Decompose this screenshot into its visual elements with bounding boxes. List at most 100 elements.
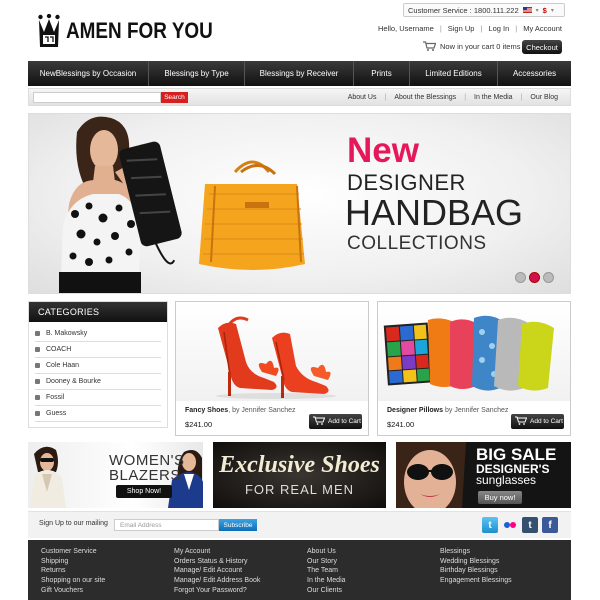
footer-link[interactable]: My Account	[174, 548, 260, 556]
login-link[interactable]: Log In	[488, 24, 509, 33]
product-title[interactable]: Fancy Shoes, by Jennifer Sanchez	[185, 407, 296, 414]
product-price: $241.00	[387, 420, 415, 429]
buy-now-button[interactable]: Buy now!	[478, 491, 522, 504]
checkout-button[interactable]: Checkout	[522, 40, 562, 54]
category-label: B. Makowsky	[46, 330, 88, 337]
twitter-icon[interactable]: t	[482, 517, 498, 533]
newsletter-label: Sign Up to our mailing	[39, 520, 108, 527]
footer-link[interactable]: About Us	[307, 548, 346, 556]
shopping-cart-icon	[423, 41, 437, 51]
brand-name: AMEN FOR YOU	[66, 18, 213, 43]
category-label: Cole Haan	[46, 362, 80, 369]
footer-link[interactable]: Forgot Your Password?	[174, 587, 260, 595]
exclusive-shoes-banner[interactable]: Exclusive Shoes FOR REAL MEN	[213, 442, 386, 508]
banner-text-for-real-men: FOR REAL MEN	[244, 482, 355, 497]
chevron-down-icon[interactable]: ▾	[536, 7, 539, 14]
footer-link[interactable]: Gift Vouchers	[41, 587, 105, 595]
category-item[interactable]: Guess	[35, 406, 161, 422]
product-name: Designer Pillows	[387, 407, 444, 414]
category-item[interactable]: Cole Haan	[35, 358, 161, 374]
footer-link[interactable]: The Team	[307, 567, 346, 575]
footer-link[interactable]: Manage/ Edit Account	[174, 567, 260, 575]
secondary-links: About Us | About the Blessings | In the …	[348, 89, 558, 105]
subscribe-button[interactable]: Subscribe	[219, 519, 257, 531]
currency-selector[interactable]: $	[543, 6, 547, 15]
cart-icon	[515, 416, 528, 427]
big-sale-banner[interactable]: BIG SALE DESIGNER'S sunglasses Buy now!	[396, 442, 571, 508]
footer-link[interactable]: Wedding Blessings	[440, 558, 512, 566]
us-flag-icon[interactable]	[522, 7, 532, 13]
slider-dot-2[interactable]	[529, 272, 540, 283]
customer-service-bar: Customer Service : 1800.111.222 ▾ $ ▾	[403, 3, 565, 17]
add-to-cart-button[interactable]: Add to Cart	[511, 414, 564, 429]
footer-link[interactable]: Shopping on our site	[41, 577, 105, 585]
footer-link[interactable]: Our Story	[307, 558, 346, 566]
product-image-shoes[interactable]	[176, 302, 368, 401]
nav-item-limited-editions[interactable]: Limited Editions	[410, 61, 498, 86]
footer-link[interactable]: Blessings	[440, 548, 512, 556]
product-card-shoes[interactable]: Fancy Shoes, by Jennifer Sanchez $241.00…	[175, 301, 369, 436]
nav-item-receiver[interactable]: Blessings by Receiver	[245, 61, 354, 86]
footer-link[interactable]: Birthday Blessings	[440, 567, 512, 575]
link-in-the-media[interactable]: In the Media	[474, 94, 513, 101]
chevron-down-icon[interactable]: ▾	[551, 7, 554, 14]
banner-text-exclusive-shoes: Exclusive Shoes	[219, 452, 380, 478]
category-item[interactable]: COACH	[35, 342, 161, 358]
divider: |	[384, 93, 387, 101]
link-about-us[interactable]: About Us	[348, 94, 377, 101]
tumblr-icon[interactable]: t	[522, 517, 538, 533]
nav-item-type[interactable]: Blessings by Type	[149, 61, 245, 86]
add-to-cart-label: Add to Cart	[530, 418, 563, 425]
hero-headline-new: New	[347, 131, 419, 170]
signup-link[interactable]: Sign Up	[448, 24, 475, 33]
brand-logo[interactable]: AMEN FOR YOU	[38, 13, 237, 49]
womens-blazers-banner[interactable]: WOMEN'S BLAZERS Shop Now!	[28, 442, 203, 508]
footer-link[interactable]: Our Clients	[307, 587, 346, 595]
footer-link[interactable]: Engagement Blessings	[440, 577, 512, 585]
flickr-icon[interactable]	[502, 517, 518, 533]
search-button[interactable]: Search	[161, 92, 188, 103]
footer-link[interactable]: Manage/ Edit Address Book	[174, 577, 260, 585]
hero-slider[interactable]: New DESIGNER HANDBAG COLLECTIONS	[28, 113, 571, 294]
search-input[interactable]	[33, 92, 161, 103]
nav-item-occasion[interactable]: NewBlessings by Occasion	[28, 61, 149, 86]
facebook-icon[interactable]: f	[542, 517, 558, 533]
categories-panel: CATEGORIES B. Makowsky COACH Cole Haan D…	[28, 301, 168, 428]
link-our-blog[interactable]: Our Blog	[530, 94, 558, 101]
banner-text-blazers: BLAZERS	[109, 467, 181, 484]
email-field[interactable]: Email Address	[114, 519, 219, 531]
slider-dot-1[interactable]	[515, 272, 526, 283]
footer-link[interactable]: Shipping	[41, 558, 105, 566]
footer-column-service: Customer Service Shipping Returns Shoppi…	[41, 548, 105, 595]
add-to-cart-button[interactable]: Add to Cart	[309, 414, 362, 429]
newsletter-bar: Sign Up to our mailing Email Address Sub…	[28, 511, 571, 538]
product-image-pillows[interactable]	[378, 302, 570, 401]
category-item[interactable]: Dooney & Bourke	[35, 374, 161, 390]
product-title[interactable]: Designer Pillows by Jennifer Sanchez	[387, 407, 508, 414]
banner-text-sunglasses: sunglasses	[476, 473, 537, 487]
slider-dot-3[interactable]	[543, 272, 554, 283]
nav-item-prints[interactable]: Prints	[354, 61, 410, 86]
category-label: Guess	[46, 410, 67, 417]
divider: |	[464, 93, 467, 101]
bullet-icon	[35, 347, 40, 352]
categories-list: B. Makowsky COACH Cole Haan Dooney & Bou…	[29, 322, 167, 422]
cart-summary[interactable]: Now in your cart 0 items	[423, 41, 520, 51]
footer-link[interactable]: Orders Status & History	[174, 558, 260, 566]
footer-link[interactable]: In the Media	[307, 577, 346, 585]
cart-icon	[313, 416, 326, 427]
category-label: Dooney & Bourke	[46, 378, 101, 385]
product-card-pillows[interactable]: Designer Pillows by Jennifer Sanchez $24…	[377, 301, 571, 436]
bullet-icon	[35, 331, 40, 336]
footer: Customer Service Shipping Returns Shoppi…	[28, 540, 571, 600]
nav-item-accessories[interactable]: Accessories	[498, 61, 571, 86]
category-item[interactable]: B. Makowsky	[35, 326, 161, 342]
link-about-blessings[interactable]: About the Blessings	[394, 94, 456, 101]
my-account-link[interactable]: My Account	[523, 24, 562, 33]
divider: |	[439, 24, 442, 33]
footer-column-blessings: Blessings Wedding Blessings Birthday Ble…	[440, 548, 512, 585]
footer-link[interactable]: Returns	[41, 567, 105, 575]
category-item[interactable]: Fossil	[35, 390, 161, 406]
footer-link[interactable]: Customer Service	[41, 548, 105, 556]
shop-now-button[interactable]: Shop Now!	[116, 485, 172, 498]
